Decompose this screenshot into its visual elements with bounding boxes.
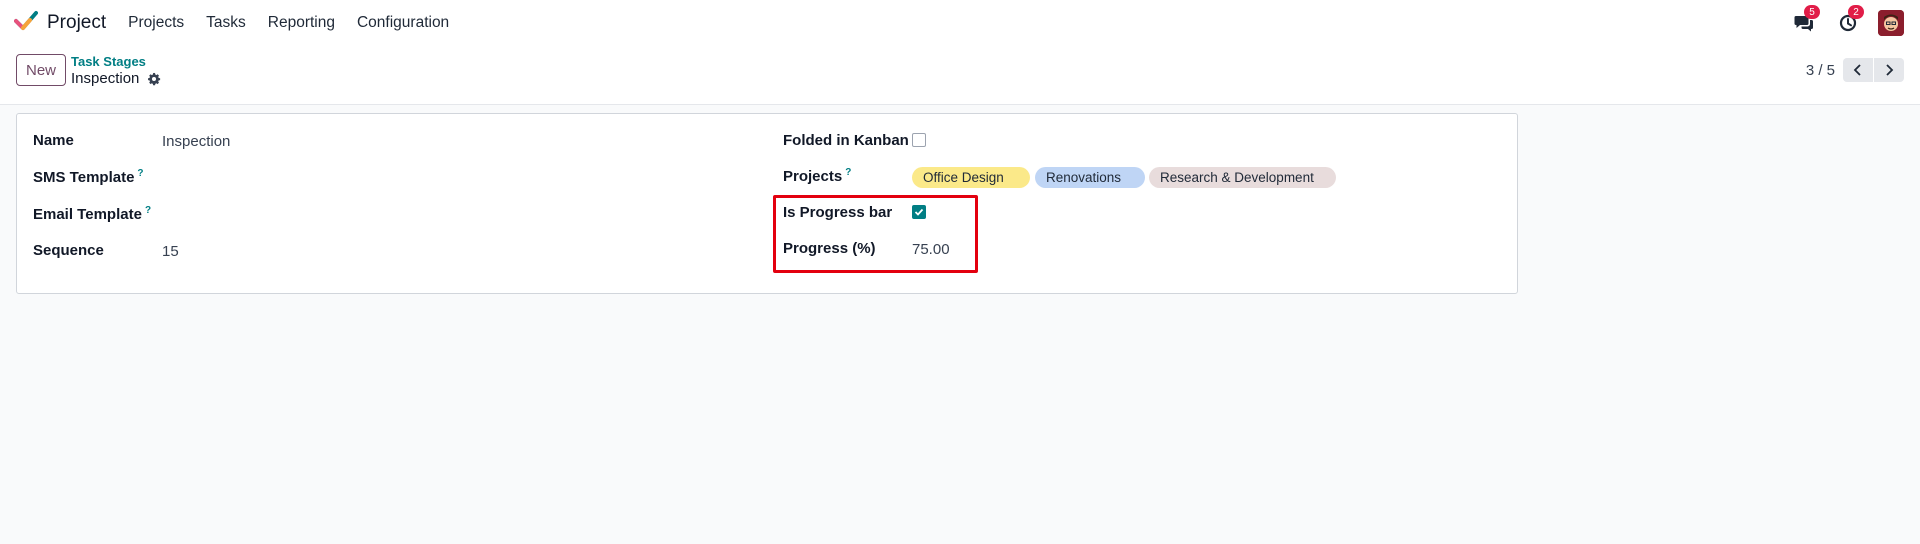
sequence-label: Sequence — [33, 242, 104, 259]
user-avatar[interactable] — [1878, 10, 1904, 36]
user-face-icon — [1878, 10, 1904, 36]
control-panel: New Task Stages Inspection 3 / 5 — [0, 46, 1920, 105]
projects-label: Projects? — [783, 167, 852, 185]
breadcrumb-current: Inspection — [71, 70, 161, 87]
pager: 3 / 5 — [1806, 58, 1904, 82]
systray: 5 2 — [1792, 0, 1920, 46]
chevron-right-icon — [1886, 64, 1894, 76]
form-sheet: Name Inspection SMS Template? Email Temp… — [16, 113, 1518, 294]
progress-field[interactable]: 75.00 — [912, 241, 950, 258]
folded-in-kanban-label: Folded in Kanban — [783, 132, 909, 149]
is-progress-bar-label: Is Progress bar — [783, 204, 893, 221]
sms-template-help-icon[interactable]: ? — [137, 168, 143, 179]
email-template-field[interactable] — [162, 202, 722, 224]
activities-button[interactable]: 2 — [1836, 5, 1864, 35]
menu-configuration[interactable]: Configuration — [357, 14, 449, 32]
app-brand[interactable]: Project — [14, 10, 106, 36]
sms-template-label: SMS Template? — [33, 168, 144, 186]
project-app-icon — [14, 10, 38, 36]
messages-button[interactable]: 5 — [1792, 5, 1820, 35]
is-progress-bar-checkbox[interactable] — [912, 205, 926, 219]
top-navbar: Project Projects Tasks Reporting Configu… — [0, 0, 1920, 46]
menu-projects[interactable]: Projects — [128, 14, 184, 32]
messages-badge: 5 — [1804, 5, 1820, 19]
email-template-label: Email Template? — [33, 205, 152, 223]
progress-label: Progress (%) — [783, 240, 876, 257]
gear-icon[interactable] — [147, 72, 161, 86]
sequence-field[interactable]: 15 — [162, 243, 179, 260]
record-title: Inspection — [71, 70, 140, 87]
main-menu: Projects Tasks Reporting Configuration — [128, 14, 471, 32]
pager-next-button[interactable] — [1874, 58, 1904, 82]
menu-reporting[interactable]: Reporting — [268, 14, 335, 32]
projects-help-icon[interactable]: ? — [845, 167, 851, 178]
folded-in-kanban-checkbox[interactable] — [912, 133, 926, 147]
project-tag-office-design[interactable]: Office Design — [912, 167, 1030, 188]
name-label: Name — [33, 132, 74, 149]
sms-template-field[interactable] — [162, 165, 722, 187]
email-template-help-icon[interactable]: ? — [145, 205, 151, 216]
checkmark-icon — [914, 208, 924, 216]
pager-previous-button[interactable] — [1843, 58, 1873, 82]
breadcrumb-task-stages[interactable]: Task Stages — [71, 54, 146, 69]
pager-value[interactable]: 3 / 5 — [1806, 62, 1835, 79]
chevron-left-icon — [1853, 64, 1861, 76]
app-name: Project — [47, 12, 107, 33]
menu-tasks[interactable]: Tasks — [206, 14, 246, 32]
activities-badge: 2 — [1848, 5, 1864, 19]
new-button[interactable]: New — [16, 54, 66, 86]
project-tag-renovations[interactable]: Renovations — [1035, 167, 1145, 188]
project-tag-research-development[interactable]: Research & Development — [1149, 167, 1336, 188]
name-field[interactable]: Inspection — [162, 133, 230, 150]
